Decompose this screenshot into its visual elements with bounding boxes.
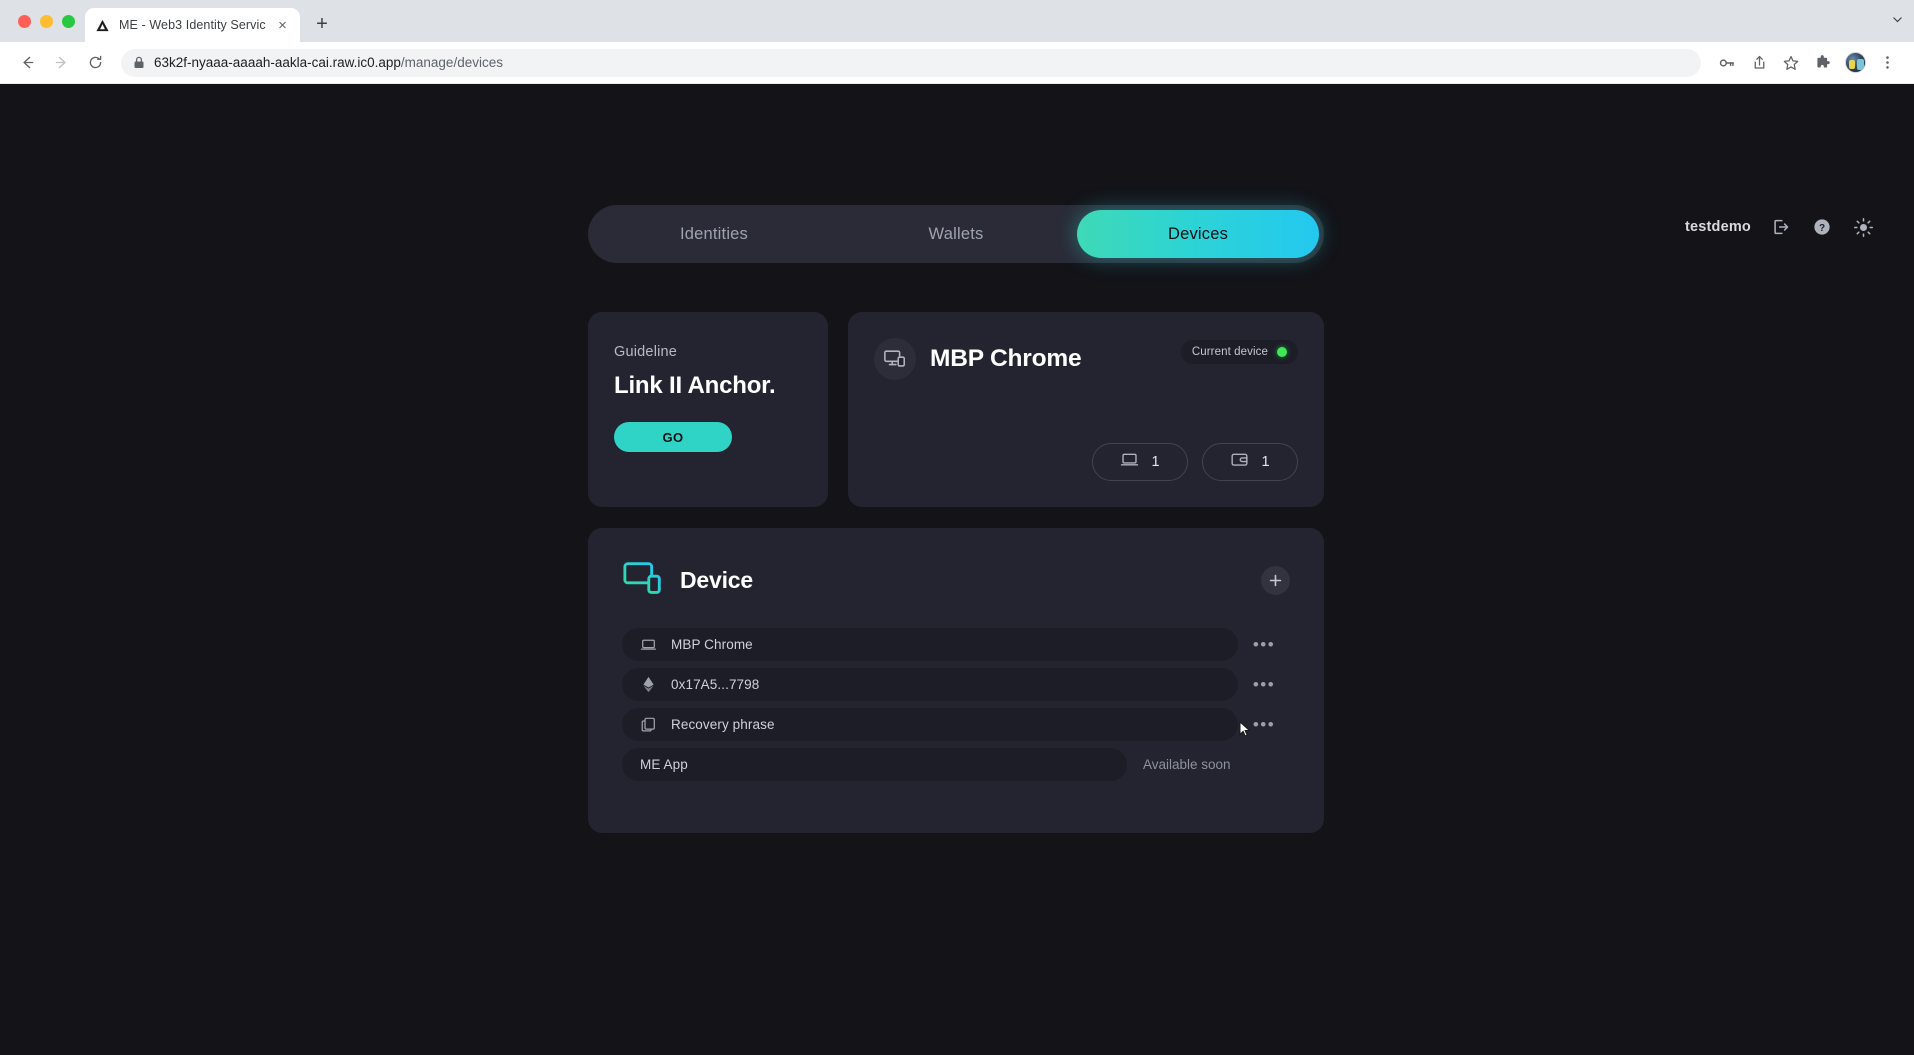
- device-panel: Device MBP Chrome ••• 0x17A5...7798 ••• …: [588, 528, 1324, 833]
- profile-avatar[interactable]: [1840, 48, 1870, 78]
- help-icon[interactable]: ?: [1811, 216, 1833, 238]
- row-overflow-menu[interactable]: •••: [1238, 676, 1290, 693]
- row-overflow-menu-dots: •••: [1252, 715, 1276, 734]
- page-content: Identities Wallets Devices testdemo ? Gu…: [0, 84, 1914, 1055]
- url-path: /manage/devices: [400, 55, 503, 70]
- device-row-eth-address[interactable]: 0x17A5...7798: [622, 668, 1238, 701]
- guideline-card: Guideline Link II Anchor. GO: [588, 312, 828, 507]
- triangle-icon: [94, 17, 111, 34]
- extensions-puzzle-icon[interactable]: [1808, 48, 1838, 78]
- tab-title: ME - Web3 Identity Service for: [119, 18, 266, 32]
- maximize-window-button[interactable]: [62, 14, 75, 28]
- close-window-button[interactable]: [18, 14, 31, 28]
- device-name: MBP Chrome: [930, 345, 1082, 372]
- reload-icon[interactable]: [80, 48, 110, 78]
- forward-icon[interactable]: [46, 48, 76, 78]
- cards-row: Guideline Link II Anchor. GO MBP Chrome: [588, 312, 1324, 507]
- lock-icon: [133, 56, 145, 69]
- device-row-label: 0x17A5...7798: [671, 677, 760, 692]
- share-icon[interactable]: [1744, 48, 1774, 78]
- page-title: Device: [680, 566, 753, 593]
- main-nav-tabs: Identities Wallets Devices: [588, 205, 1324, 263]
- wallet-count-pill[interactable]: 1: [1202, 443, 1298, 481]
- device-row-label: ME App: [640, 757, 688, 772]
- mouse-cursor-icon: [1239, 721, 1251, 737]
- device-count-pill[interactable]: 1: [1092, 443, 1188, 481]
- device-row-label: Recovery phrase: [671, 717, 775, 732]
- url-text: 63k2f-nyaaa-aaaah-aakla-cai.raw.ic0.app/…: [154, 55, 503, 70]
- chevron-down-icon[interactable]: [1891, 13, 1904, 29]
- online-dot-icon: [1277, 347, 1287, 357]
- tab-identities[interactable]: Identities: [593, 210, 835, 258]
- tab-strip: ME - Web3 Identity Service for × +: [0, 0, 1914, 42]
- toolbar-icons: [1712, 48, 1902, 78]
- browser-tab[interactable]: ME - Web3 Identity Service for ×: [85, 8, 300, 42]
- device-row-me-app: ME App: [622, 748, 1127, 781]
- wallet-icon: [1230, 450, 1249, 474]
- row-overflow-menu[interactable]: •••: [1238, 715, 1290, 737]
- device-row-mbp-chrome[interactable]: MBP Chrome: [622, 628, 1238, 661]
- device-counters: 1 1: [1092, 443, 1298, 481]
- add-device-button[interactable]: [1261, 566, 1290, 595]
- bookmark-star-icon[interactable]: [1776, 48, 1806, 78]
- device-count-value: 1: [1151, 454, 1160, 470]
- row-overflow-menu[interactable]: •••: [1238, 636, 1290, 653]
- status-badge: Current device: [1180, 340, 1298, 364]
- username-label: testdemo: [1684, 219, 1751, 235]
- browser-window: ME - Web3 Identity Service for × +: [0, 0, 1914, 1055]
- tabstrip-right: [1891, 0, 1914, 42]
- available-soon-label: Available soon: [1143, 757, 1231, 772]
- current-device-card: MBP Chrome Current device 1 1: [848, 312, 1324, 507]
- device-row-label: MBP Chrome: [671, 637, 753, 652]
- recovery-phrase-icon: [640, 716, 657, 733]
- tab-devices[interactable]: Devices: [1077, 210, 1319, 258]
- url-host: 63k2f-nyaaa-aaaah-aakla-cai.raw.ic0.app: [154, 55, 401, 70]
- window-traffic-lights: [12, 0, 85, 42]
- monitor-phone-icon: [874, 338, 916, 380]
- header-user-area: testdemo ?: [1685, 216, 1874, 238]
- go-button[interactable]: GO: [614, 422, 732, 452]
- password-key-icon[interactable]: [1712, 48, 1742, 78]
- minimize-window-button[interactable]: [40, 14, 53, 28]
- theme-sun-icon[interactable]: [1852, 216, 1874, 238]
- guideline-title: Link II Anchor.: [614, 372, 776, 399]
- table-row: Recovery phrase •••: [622, 708, 1290, 741]
- monitor-phone-icon: [622, 558, 666, 602]
- laptop-icon: [640, 636, 657, 653]
- status-badge-label: Current device: [1191, 346, 1268, 358]
- chrome-menu-icon[interactable]: [1872, 48, 1902, 78]
- logout-icon[interactable]: [1770, 216, 1792, 238]
- table-row: 0x17A5...7798 •••: [622, 668, 1290, 701]
- wallet-count-value: 1: [1261, 454, 1270, 470]
- svg-text:?: ?: [1819, 223, 1825, 234]
- device-row-recovery-phrase[interactable]: Recovery phrase: [622, 708, 1238, 741]
- close-icon[interactable]: ×: [274, 17, 291, 34]
- laptop-icon: [1120, 450, 1139, 474]
- browser-toolbar: 63k2f-nyaaa-aaaah-aakla-cai.raw.ic0.app/…: [0, 42, 1914, 84]
- table-row: ME App Available soon: [622, 748, 1290, 781]
- tab-wallets[interactable]: Wallets: [835, 210, 1077, 258]
- guideline-label: Guideline: [614, 344, 678, 360]
- address-bar[interactable]: 63k2f-nyaaa-aaaah-aakla-cai.raw.ic0.app/…: [121, 48, 1701, 77]
- table-row: MBP Chrome •••: [622, 628, 1290, 661]
- ethereum-icon: [640, 676, 657, 693]
- back-icon[interactable]: [12, 48, 42, 78]
- device-panel-header: Device: [622, 558, 1290, 602]
- new-tab-button[interactable]: +: [308, 10, 336, 38]
